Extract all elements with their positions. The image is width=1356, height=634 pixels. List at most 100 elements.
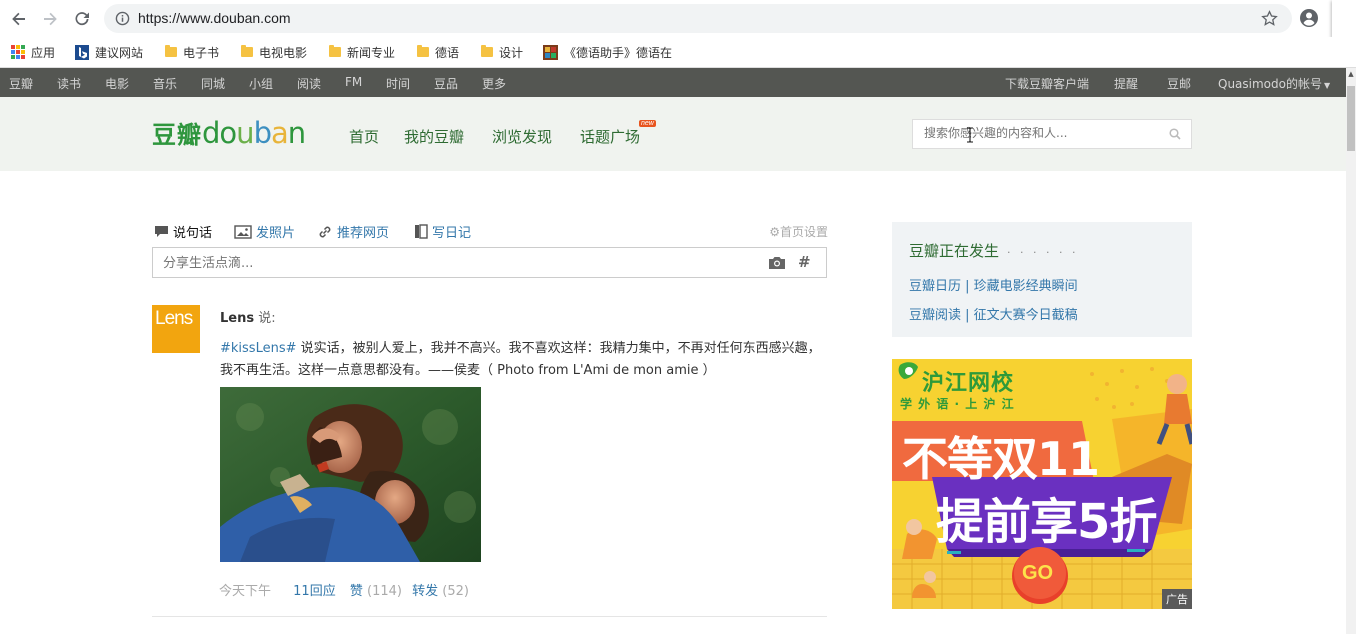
repost-count: (52): [442, 584, 469, 599]
author-verb: 说:: [258, 311, 276, 326]
address-bar[interactable]: https://www.douban.com: [104, 4, 1292, 33]
link-icon: [319, 226, 331, 237]
folder-icon: [329, 45, 341, 57]
logo-cn: 豆瓣: [152, 121, 202, 149]
folder-icon: [417, 45, 429, 57]
scrollbar-thumb[interactable]: [1347, 86, 1355, 151]
new-badge: new: [639, 120, 656, 127]
status-meta: 今天下午 11回应 赞 (114) 转发 (52): [219, 580, 469, 599]
tab-label: 推荐网页: [337, 226, 390, 241]
bookmark-tv-movies[interactable]: 电视电影: [241, 43, 307, 61]
status-time[interactable]: 今天下午: [219, 584, 271, 599]
global-nav-time[interactable]: 时间: [386, 75, 410, 92]
bookmark-label: 建议网站: [95, 45, 144, 60]
bookmark-star-icon[interactable]: [1261, 10, 1278, 27]
composer-tabs: 说句话 发照片 推荐网页 写日记 ⚙首页设置: [152, 222, 828, 242]
avatar[interactable]: Lens: [152, 305, 200, 353]
global-nav-account[interactable]: Quasimodo的帐号 ▼: [1218, 75, 1330, 92]
tab-photo[interactable]: 发照片: [234, 222, 295, 241]
hujiang-ad[interactable]: 沪江网校 学 外 语 · 上 沪 江 不等双11 提前享5折 GO 广告: [892, 359, 1192, 609]
global-nav-local[interactable]: 同城: [201, 75, 225, 92]
repost-link[interactable]: 转发: [412, 584, 438, 599]
browser-toolbar: https://www.douban.com: [0, 0, 1356, 38]
bookmark-german[interactable]: 德语: [417, 43, 459, 61]
status-author: Lens 说:: [220, 307, 276, 326]
forward-button[interactable]: [39, 8, 61, 30]
tab-say[interactable]: 说句话: [154, 222, 212, 241]
nav-explore[interactable]: 浏览发现: [492, 126, 552, 147]
global-nav-mail[interactable]: 豆邮: [1167, 75, 1191, 92]
bookmark-label: 应用: [31, 45, 56, 60]
status-text: #kissLens# 说实话，被别人爱上，我并不高兴。我不喜欢这样：我精力集中，…: [220, 338, 830, 382]
back-button[interactable]: [8, 8, 30, 30]
nav-my-douban[interactable]: 我的豆瓣: [404, 126, 464, 147]
ad-slogan: 学 外 语 · 上 沪 江: [900, 397, 1015, 411]
author-name[interactable]: Lens: [220, 311, 254, 326]
bookmark-ebook[interactable]: 电子书: [165, 43, 219, 61]
tab-recommend-link[interactable]: 推荐网页: [317, 222, 389, 241]
bookmark-apps[interactable]: 应用: [11, 43, 55, 61]
camera-icon[interactable]: [768, 255, 786, 270]
global-nav-notifications[interactable]: 提醒: [1114, 75, 1138, 92]
bookmark-label: 设计: [499, 45, 524, 60]
search-input[interactable]: [922, 125, 1162, 141]
global-nav-download-app[interactable]: 下载豆瓣客户端: [1005, 75, 1089, 92]
forward-arrow-icon: [44, 12, 57, 26]
hashtag-link[interactable]: #kissLens#: [220, 341, 297, 356]
extension-popup: [1332, 0, 1356, 38]
scroll-up-arrow-icon[interactable]: ▲: [1346, 70, 1356, 80]
feed-divider: [152, 616, 827, 617]
tab-diary[interactable]: 写日记: [414, 222, 471, 241]
global-nav-groups[interactable]: 小组: [249, 75, 273, 92]
status-input[interactable]: [161, 255, 721, 272]
global-nav-fm[interactable]: FM: [345, 75, 362, 89]
bookmark-label: 《德语助手》德语在: [564, 45, 673, 60]
global-nav-read[interactable]: 阅读: [297, 75, 321, 92]
bookmark-design[interactable]: 设计: [481, 43, 523, 61]
home-settings-link[interactable]: ⚙首页设置: [769, 223, 828, 240]
hashtag-button[interactable]: #: [798, 253, 811, 271]
search-icon[interactable]: [1169, 128, 1181, 140]
notebook-icon: [415, 224, 428, 239]
speech-bubble-icon: [155, 225, 168, 237]
global-nav-movies[interactable]: 电影: [105, 75, 129, 92]
nav-home[interactable]: 首页: [349, 126, 379, 147]
happening-link-calendar[interactable]: 豆瓣日历 | 珍藏电影经典瞬间: [909, 275, 1078, 294]
happening-title: 豆瓣正在发生 · · · · · ·: [909, 240, 1078, 261]
bookmark-label: 电子书: [183, 45, 220, 60]
logo-en: douban: [202, 116, 306, 150]
status-photo[interactable]: [220, 387, 481, 562]
global-nav-market[interactable]: 豆品: [434, 75, 458, 92]
gear-icon: ⚙: [769, 225, 780, 239]
ad-label: 广告: [1162, 589, 1192, 609]
account-icon[interactable]: [1299, 8, 1319, 28]
global-nav-more[interactable]: 更多: [482, 75, 506, 92]
douban-global-nav: 豆瓣 读书 电影 音乐 同城 小组 阅读 FM 时间 豆品 更多 下载豆瓣客户端…: [0, 68, 1346, 97]
folder-icon: [241, 45, 253, 57]
back-arrow-icon: [12, 12, 25, 26]
happening-link-reading[interactable]: 豆瓣阅读 | 征文大赛今日截稿: [909, 304, 1078, 323]
like-count: (114): [367, 584, 402, 599]
like-link[interactable]: 赞: [350, 584, 363, 599]
bookmark-german-helper[interactable]: 《德语助手》德语在: [543, 43, 672, 61]
douban-logo[interactable]: 豆瓣douban: [152, 115, 306, 155]
info-icon[interactable]: [115, 11, 130, 26]
bookmark-label: 德语: [435, 45, 460, 60]
bookmark-journalism[interactable]: 新闻专业: [329, 43, 395, 61]
bookmark-label: 新闻专业: [347, 45, 396, 60]
global-nav-douban[interactable]: 豆瓣: [9, 75, 33, 92]
title-dots: · · · · · ·: [1007, 246, 1079, 259]
status-composer: #: [152, 247, 827, 278]
folder-icon: [165, 45, 177, 57]
nav-topics[interactable]: 话题广场: [580, 126, 640, 147]
bookmark-suggested-sites[interactable]: 建议网站: [75, 43, 143, 61]
bookmark-label: 电视电影: [259, 45, 308, 60]
reload-button[interactable]: [71, 8, 93, 30]
global-nav-books[interactable]: 读书: [57, 75, 81, 92]
tab-label: 发照片: [256, 226, 296, 241]
ad-go-button[interactable]: GO: [1022, 562, 1053, 585]
page-scrollbar[interactable]: ▲: [1346, 68, 1356, 634]
search-box: [912, 119, 1192, 149]
reply-link[interactable]: 11回应: [293, 584, 336, 599]
global-nav-music[interactable]: 音乐: [153, 75, 177, 92]
